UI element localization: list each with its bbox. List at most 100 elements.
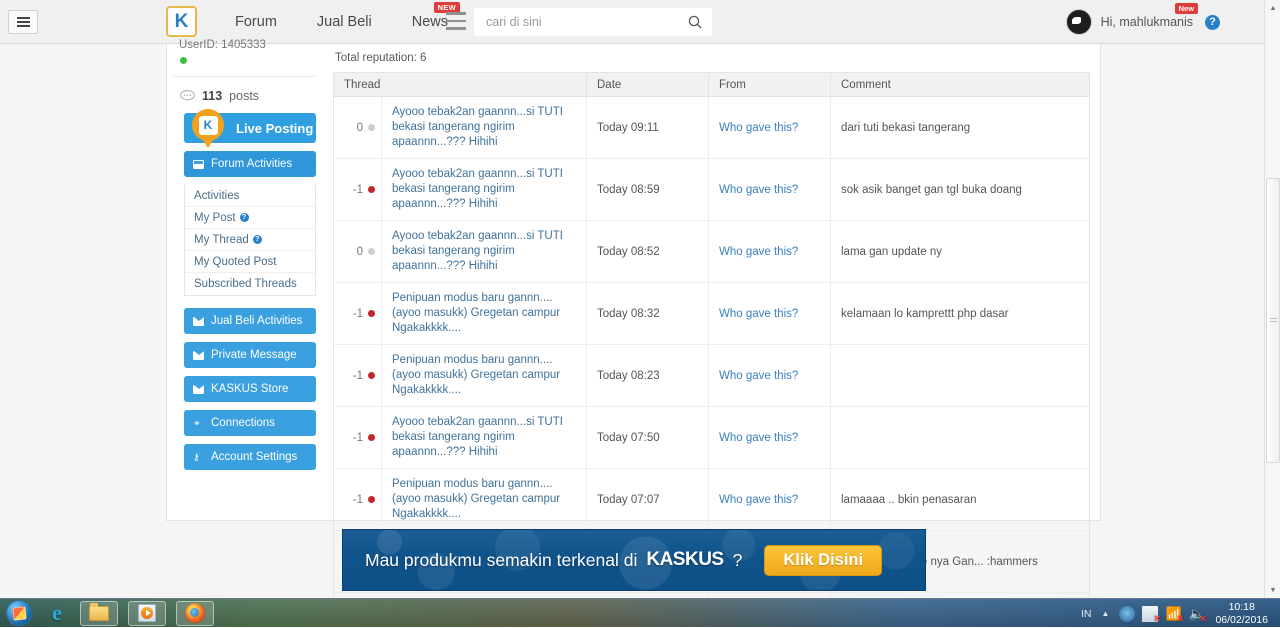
list-icon[interactable]	[446, 12, 466, 30]
thread-link[interactable]: Ayooo tebak2an gaannn...si TUTI bekasi t…	[392, 229, 576, 274]
scroll-up-arrow-icon[interactable]: ▲	[1265, 0, 1280, 16]
score-value: -1	[353, 308, 363, 320]
search-icon[interactable]	[682, 8, 708, 36]
clock[interactable]: 10:18 06/02/2016	[1215, 601, 1268, 627]
avatar[interactable]	[1066, 9, 1092, 35]
score-value: 0	[357, 122, 363, 134]
column-header-from: From	[709, 73, 831, 97]
user-area[interactable]: Hi, mahlukmanis New ?	[1066, 0, 1220, 44]
table-row: -1Ayooo tebak2an gaannn...si TUTI bekasi…	[334, 159, 1090, 221]
who-gave-this-link[interactable]: Who gave this?	[719, 122, 798, 134]
negative-reputation-dot-icon	[368, 186, 375, 193]
banner-brand: KASKUS	[646, 549, 723, 571]
folder-icon	[89, 606, 109, 621]
sidebar-item-jual-beli-activities[interactable]: Jual Beli Activities	[184, 308, 316, 334]
kaskus-pin-icon: K	[192, 109, 224, 141]
network-tray-icon[interactable]	[1119, 606, 1135, 622]
sidebar-item-activities[interactable]: Activities	[185, 185, 315, 207]
hamburger-icon[interactable]	[8, 10, 38, 34]
advertisement-banner[interactable]: Mau produkmu semakin terkenal di KASKUS …	[342, 529, 926, 591]
who-gave-this-link[interactable]: Who gave this?	[719, 370, 798, 382]
cell-date: Today 09:11	[587, 97, 709, 159]
show-hidden-icons-icon[interactable]: ▲	[1102, 609, 1110, 618]
cell-date: Today 08:52	[587, 221, 709, 283]
sidebar-item-kaskus-store[interactable]: KASKUS Store	[184, 376, 316, 402]
search-box[interactable]	[474, 8, 712, 36]
help-icon-my-thread[interactable]: ?	[253, 235, 262, 244]
sidebar-item-my-thread[interactable]: My Thread ?	[185, 229, 315, 251]
banner-cta-button[interactable]: Klik Disini	[764, 545, 882, 576]
thread-link[interactable]: Ayooo tebak2an gaannn...si TUTI bekasi t…	[392, 415, 576, 460]
sidebar-label-kaskus-store: KASKUS Store	[211, 383, 288, 395]
thread-link[interactable]: Ayooo tebak2an gaannn...si TUTI bekasi t…	[392, 105, 576, 150]
table-row: -1 Penipuan modus baru gannn....(ayoo mas…	[334, 283, 1090, 345]
cell-comment	[831, 345, 1090, 407]
volume-icon[interactable]: 🔈×	[1188, 606, 1204, 622]
who-gave-this-link[interactable]: Who gave this?	[719, 246, 798, 258]
cell-from: Who gave this?	[709, 221, 831, 283]
sidebar-item-my-quoted-post[interactable]: My Quoted Post	[185, 251, 315, 273]
kaskus-logo-icon[interactable]: K	[166, 6, 197, 37]
taskbar-item-media-player[interactable]	[128, 601, 166, 626]
sidebar-item-forum-activities[interactable]: Forum Activities	[184, 151, 316, 177]
start-button[interactable]	[6, 600, 32, 626]
negative-reputation-dot-icon	[368, 496, 375, 503]
posts-summary: 113 posts	[173, 76, 316, 113]
live-posting-button[interactable]: K Live Posting	[184, 113, 316, 143]
thread-link[interactable]: Penipuan modus baru gannn....(ayoo masuk…	[392, 291, 576, 336]
taskbar-item-firefox[interactable]	[176, 601, 214, 626]
cell-comment: dari tuti bekasi tangerang	[831, 97, 1090, 159]
column-header-comment: Comment	[831, 73, 1090, 97]
sidebar-label-private-message: Private Message	[211, 349, 297, 361]
column-header-thread: Thread	[334, 73, 587, 97]
who-gave-this-link[interactable]: Who gave this?	[719, 184, 798, 196]
sidebar: UserID: 1405333 113 posts K Live Posting	[167, 44, 322, 478]
sidebar-item-connections[interactable]: ⚭ Connections	[184, 410, 316, 436]
neutral-reputation-dot-icon	[368, 248, 375, 255]
scrollbar-thumb[interactable]	[1266, 178, 1280, 463]
table-row: 0Ayooo tebak2an gaannn...si TUTI bekasi …	[334, 221, 1090, 283]
comment-icon	[180, 90, 195, 102]
sidebar-label-account-settings: Account Settings	[211, 451, 297, 463]
score-value: -1	[353, 370, 363, 382]
online-status-icon	[180, 57, 187, 64]
network-signal-icon[interactable]: 📶×	[1165, 606, 1181, 622]
posts-label: posts	[229, 89, 259, 103]
who-gave-this-link[interactable]: Who gave this?	[719, 308, 798, 320]
cell-from: Who gave this?	[709, 469, 831, 531]
nav-label-jual-beli: Jual Beli	[317, 14, 372, 30]
table-row: 0 Ayooo tebak2an gaannn...si TUTI bekasi …	[334, 97, 1090, 159]
reputation-section: Total reputation: 6 Thread Date From Com…	[333, 44, 1093, 598]
search-input[interactable]	[474, 8, 682, 36]
internet-explorer-icon[interactable]: e	[44, 600, 70, 626]
cell-comment	[831, 407, 1090, 469]
sidebar-item-subscribed-threads[interactable]: Subscribed Threads	[185, 273, 315, 295]
who-gave-this-link[interactable]: Who gave this?	[719, 432, 798, 444]
vertical-scrollbar[interactable]: ▲ ▼	[1264, 0, 1280, 598]
help-icon-my-post[interactable]: ?	[240, 213, 249, 222]
who-gave-this-link[interactable]: Who gave this?	[719, 494, 798, 506]
sidebar-item-account-settings[interactable]: ⚷ Account Settings	[184, 444, 316, 470]
windows-taskbar: e IN ▲ × 📶× 🔈× 10:18 06/02/2016	[0, 598, 1280, 627]
cell-date: Today 07:50	[587, 407, 709, 469]
cell-score: -1	[334, 345, 382, 407]
sidebar-item-private-message[interactable]: Private Message	[184, 342, 316, 368]
key-icon: ⚷	[193, 453, 204, 462]
cell-thread: Ayooo tebak2an gaannn...si TUTI bekasi t…	[382, 159, 587, 221]
action-center-flag-icon[interactable]: ×	[1142, 606, 1158, 622]
user-id-label: UserID: 1405333	[173, 39, 316, 51]
nav-item-forum[interactable]: Forum	[215, 0, 297, 44]
language-indicator[interactable]: IN	[1081, 608, 1092, 620]
submenu-label-subscribed-threads: Subscribed Threads	[194, 278, 297, 290]
submenu-label-my-thread: My Thread	[194, 234, 249, 246]
system-tray: IN ▲ × 📶× 🔈× 10:18 06/02/2016	[1081, 599, 1280, 628]
taskbar-item-file-explorer[interactable]	[80, 601, 118, 626]
link-icon: ⚭	[193, 419, 204, 428]
help-icon[interactable]: ?	[1205, 15, 1220, 30]
scroll-down-arrow-icon[interactable]: ▼	[1265, 582, 1280, 598]
nav-item-jual-beli[interactable]: Jual Beli	[297, 0, 392, 44]
thread-link[interactable]: Penipuan modus baru gannn....(ayoo masuk…	[392, 477, 576, 522]
sidebar-item-my-post[interactable]: My Post ?	[185, 207, 315, 229]
thread-link[interactable]: Penipuan modus baru gannn....(ayoo masuk…	[392, 353, 576, 398]
thread-link[interactable]: Ayooo tebak2an gaannn...si TUTI bekasi t…	[392, 167, 576, 212]
